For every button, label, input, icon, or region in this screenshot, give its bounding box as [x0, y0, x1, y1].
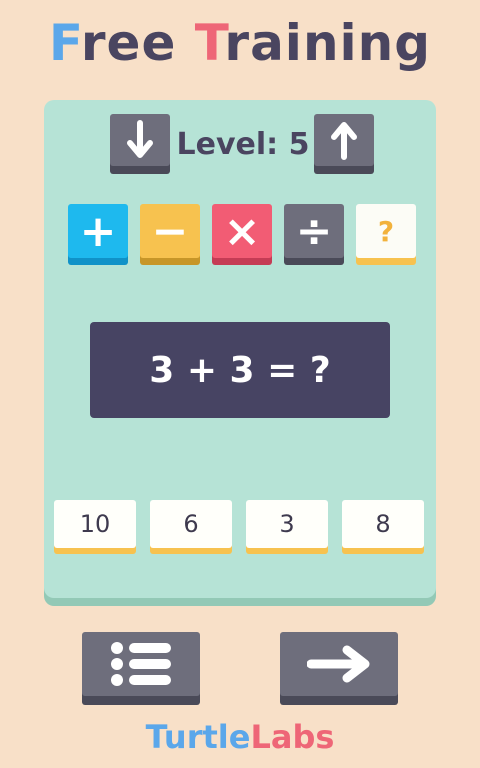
operation-divide-button[interactable]: ÷: [284, 204, 344, 258]
answer-value: 6: [183, 510, 199, 538]
logo-turtle: Turtle: [145, 718, 251, 756]
minus-icon: −: [151, 205, 189, 257]
operation-plus-button[interactable]: +: [68, 204, 128, 258]
answer-button-1[interactable]: 10: [54, 500, 136, 548]
title-letter-f: F: [48, 14, 81, 72]
title-word-free-rest: ree: [80, 14, 195, 72]
answer-button-3[interactable]: 3: [246, 500, 328, 548]
equation-text: 3 + 3 = ?: [149, 349, 331, 391]
answer-button-2[interactable]: 6: [150, 500, 232, 548]
answer-value: 8: [375, 510, 391, 538]
title-letter-t: T: [194, 14, 225, 72]
answer-value: 3: [279, 510, 295, 538]
question-icon: ?: [377, 214, 395, 248]
developer-logo: TurtleLabs: [0, 718, 480, 756]
operation-multiply-button[interactable]: ×: [212, 204, 272, 258]
level-up-button[interactable]: [314, 114, 374, 166]
arrow-right-icon: [307, 645, 370, 683]
equation-display: 3 + 3 = ?: [90, 322, 390, 418]
level-label: Level: 5: [176, 127, 310, 162]
plus-icon: +: [79, 205, 117, 257]
page-title: Free Training: [0, 14, 480, 72]
arrow-up-icon: [331, 122, 357, 160]
divide-icon: ÷: [295, 205, 333, 257]
next-button[interactable]: [280, 632, 398, 696]
answer-button-4[interactable]: 8: [342, 500, 424, 548]
answer-value: 10: [79, 510, 111, 538]
menu-button[interactable]: [82, 632, 200, 696]
operation-minus-button[interactable]: −: [140, 204, 200, 258]
multiply-icon: ×: [223, 205, 261, 257]
arrow-down-icon: [127, 120, 153, 158]
level-down-button[interactable]: [110, 114, 170, 166]
logo-labs: Labs: [250, 718, 335, 756]
title-word-training-rest: raining: [224, 14, 432, 72]
list-menu-icon: [111, 642, 171, 686]
game-panel: Level: 5 + − × ÷ ? 3 + 3 = ? 10 6 3 8: [44, 100, 436, 598]
operation-random-button[interactable]: ?: [356, 204, 416, 258]
